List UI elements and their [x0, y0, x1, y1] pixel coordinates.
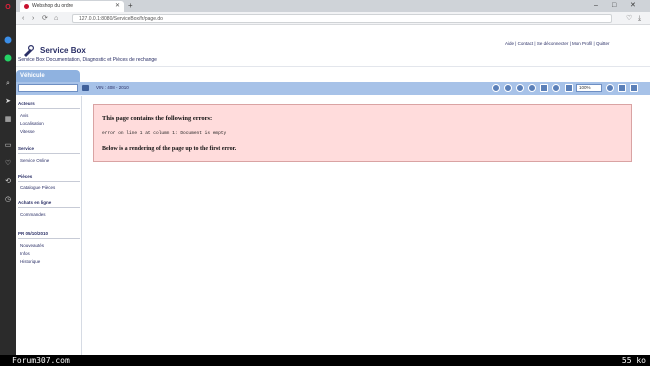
nav-item[interactable]: Vitesse: [20, 129, 35, 134]
zoom-select-icon[interactable]: [565, 84, 573, 92]
address-bar: ‹ › ⟳ ⌂ 127.0.0.1:8080/ServiceBox/fr/pag…: [16, 12, 650, 25]
vin-go-button[interactable]: [82, 85, 89, 91]
nav-item[interactable]: Localisation: [20, 121, 44, 126]
download-icon[interactable]: ⤓: [638, 14, 641, 23]
nav-item[interactable]: Catalogue Pièces: [20, 185, 55, 190]
header-links[interactable]: Aide | Contact | Se déconnecter | Mon Pr…: [505, 41, 609, 46]
fullscreen-icon[interactable]: [618, 84, 626, 92]
tab-title: Webshop du ordre: [32, 3, 74, 9]
history-icon[interactable]: ⟲: [3, 178, 13, 186]
bookmark-icon[interactable]: ♡: [626, 14, 632, 23]
nav-item[interactable]: Service Online: [20, 158, 49, 163]
zoom-in-icon[interactable]: [552, 84, 560, 92]
news-icon[interactable]: ▭: [3, 142, 13, 150]
nav-divider: [18, 108, 80, 109]
page-title: Service Box: [40, 46, 86, 55]
browser-sidebar: O ⌕ ➤ ▦ ▭ ♡ ⟲ ◷: [0, 0, 16, 355]
nav-section-title: Acteurs: [18, 101, 35, 106]
minimize-button[interactable]: –: [594, 0, 598, 12]
search-icon[interactable]: ⌕: [3, 80, 13, 88]
messenger-icon[interactable]: [3, 36, 13, 44]
bottom-bar: Forum307.com 55 ko: [0, 355, 650, 366]
service-box-logo: [24, 45, 34, 57]
page-subtitle: Service Box Documentation, Diagnostic et…: [18, 57, 157, 63]
forward-button[interactable]: ›: [32, 14, 34, 23]
toolbar-home-icon[interactable]: [492, 84, 500, 92]
nav-divider: [18, 238, 80, 239]
nav-item[interactable]: Avis: [20, 113, 28, 118]
nav-item[interactable]: Historique: [20, 259, 40, 264]
nav-section-title: Pièces: [18, 174, 33, 179]
header-divider: [16, 66, 650, 67]
print-icon[interactable]: [540, 84, 548, 92]
left-navigation: Acteurs Avis Localisation Vitesse Servic…: [16, 96, 82, 355]
nav-section-title: Service: [18, 146, 35, 151]
back-button[interactable]: ‹: [22, 14, 24, 23]
nav-divider: [18, 207, 80, 208]
grid-icon[interactable]: ▦: [3, 116, 13, 124]
error-box: This page contains the following errors:…: [93, 104, 632, 162]
clock-icon[interactable]: ◷: [3, 196, 13, 204]
file-size-label: 55 ko: [621, 356, 646, 365]
watermark-label: Forum307.com: [12, 356, 70, 365]
nav-item[interactable]: Nouveautés: [20, 243, 44, 248]
tab-active[interactable]: Webshop du ordre ✕: [20, 1, 124, 12]
heart-icon[interactable]: ♡: [3, 160, 13, 168]
nav-divider: [18, 153, 80, 154]
toolbar-next-icon[interactable]: [516, 84, 524, 92]
new-tab-button[interactable]: +: [128, 0, 133, 12]
nav-item[interactable]: Infos: [20, 251, 30, 256]
close-window-button[interactable]: ✕: [630, 0, 636, 12]
maximize-button[interactable]: □: [612, 0, 616, 12]
error-footer: Below is a rendering of the page up to t…: [102, 146, 237, 152]
favicon-icon: [24, 4, 29, 9]
reload-button[interactable]: ⟳: [42, 14, 48, 23]
url-input[interactable]: 127.0.0.1:8080/ServiceBox/fr/page.do: [72, 14, 612, 23]
nav-section-title: PR 05/10/2010: [18, 231, 49, 236]
vehicle-model-info: VIN : 408 - 2010: [96, 85, 129, 90]
toolbar-prev-icon[interactable]: [504, 84, 512, 92]
zoom-out-icon[interactable]: [606, 84, 614, 92]
opera-logo-icon[interactable]: O: [3, 4, 13, 12]
whatsapp-icon[interactable]: [3, 54, 13, 62]
zoom-select[interactable]: 100%: [576, 84, 602, 92]
home-button[interactable]: ⌂: [54, 14, 58, 23]
send-icon[interactable]: ➤: [3, 98, 13, 106]
tab-strip: Webshop du ordre ✕ + – □ ✕: [16, 0, 650, 12]
error-title: This page contains the following errors:: [102, 115, 213, 122]
error-detail: error on line 1 at column 1: Document is…: [102, 131, 227, 136]
toolbar-refresh-icon[interactable]: [528, 84, 536, 92]
nav-item[interactable]: Commandes: [20, 212, 46, 217]
nav-divider: [18, 181, 80, 182]
close-view-icon[interactable]: [630, 84, 638, 92]
close-tab-icon[interactable]: ✕: [115, 1, 120, 12]
nav-section-title: Achats en ligne: [18, 200, 52, 205]
vin-input[interactable]: [18, 84, 78, 92]
